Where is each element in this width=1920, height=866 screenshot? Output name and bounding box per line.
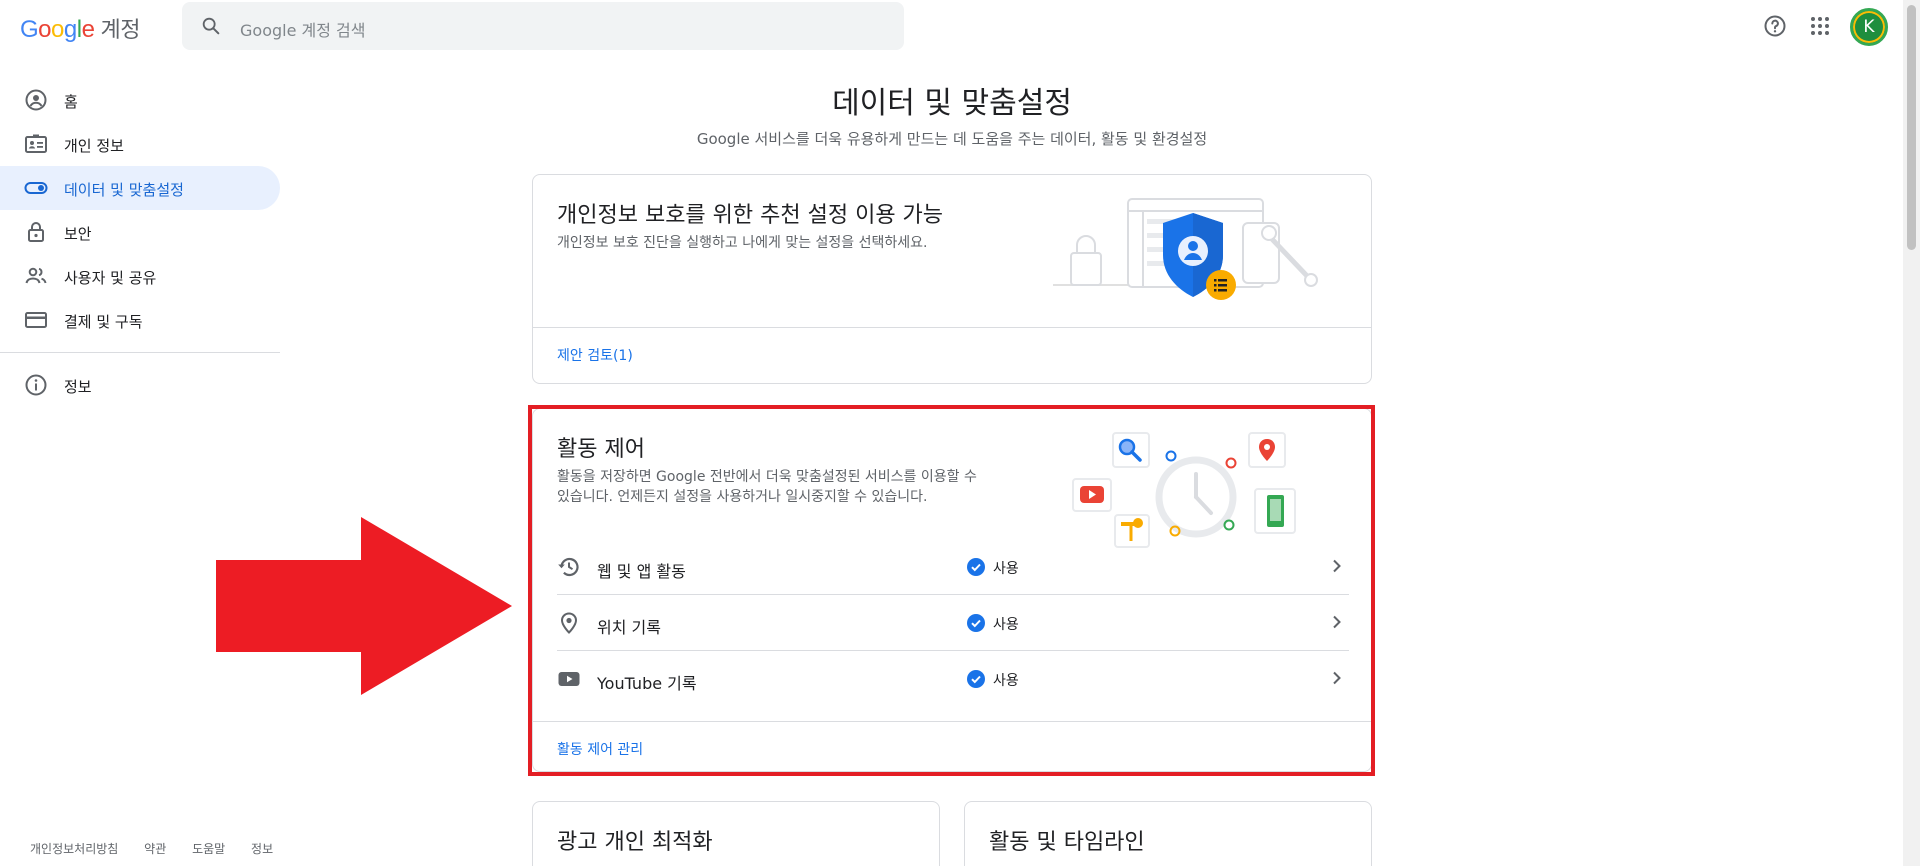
sidebar-item-home[interactable]: 홈 <box>0 78 280 122</box>
ad-personalization-card: 광고 개인 최적화 <box>532 801 940 866</box>
privacy-checkup-illustration-icon <box>1053 198 1318 300</box>
footer-links: 개인정보처리방침 약관 도움말 정보 <box>30 840 295 857</box>
footer-link-about[interactable]: 정보 <box>251 842 273 856</box>
sidebar-item-label: 개인 정보 <box>64 137 124 155</box>
privacy-recommendation-card: 개인정보 보호를 위한 추천 설정 이용 가능 개인정보 보호 진단을 실행하고… <box>532 174 1372 384</box>
sidebar-item-data-privacy[interactable]: 데이터 및 맞춤설정 <box>0 166 280 210</box>
google-account-logo[interactable]: Google 계정 <box>20 12 140 44</box>
scrollbar[interactable] <box>1903 0 1920 866</box>
lock-icon <box>28 222 44 242</box>
highlight-frame <box>528 405 1375 776</box>
avatar[interactable]: K <box>1850 8 1888 46</box>
search-input[interactable]: Google 계정 검색 <box>240 17 365 41</box>
sidebar-item-label: 사용자 및 공유 <box>64 269 157 287</box>
google-logo-text: Google <box>20 16 95 43</box>
activity-timeline-card: 활동 및 타임라인 <box>964 801 1372 866</box>
sidebar-item-payments[interactable]: 결제 및 구독 <box>0 298 280 342</box>
top-bar: Google 계정 Google 계정 검색 K <box>0 0 1900 52</box>
sidebar-item-label: 정보 <box>64 378 92 396</box>
search-icon <box>202 17 220 35</box>
card-title: 개인정보 보호를 위한 추천 설정 이용 가능 <box>557 203 944 228</box>
sidebar-item-personal-info[interactable]: 개인 정보 <box>0 122 280 166</box>
help-icon[interactable] <box>1763 14 1787 38</box>
info-icon <box>25 374 47 396</box>
sidebar-item-label: 보안 <box>64 225 92 243</box>
sidebar-nav: 홈 개인 정보 데이터 및 맞춤설정 보안 사용자 및 공유 결제 및 구독 정… <box>0 78 280 407</box>
credit-card-icon <box>25 312 47 328</box>
footer-link-terms[interactable]: 약관 <box>144 842 166 856</box>
sidebar-item-label: 결제 및 구독 <box>64 313 143 331</box>
sidebar-item-label: 홈 <box>64 93 78 111</box>
id-card-icon <box>25 134 47 153</box>
people-icon <box>25 267 47 284</box>
sidebar-item-about[interactable]: 정보 <box>0 363 280 407</box>
card-divider <box>533 327 1371 328</box>
page-subtitle: Google 서비스를 더욱 유용하게 만드는 데 도움을 주는 데이터, 활동… <box>696 130 1208 148</box>
sidebar-item-label: 데이터 및 맞춤설정 <box>64 181 184 199</box>
apps-grid-icon[interactable] <box>1808 14 1832 38</box>
page-title: 데이터 및 맞춤설정 <box>832 86 1072 121</box>
search-box[interactable]: Google 계정 검색 <box>182 2 904 50</box>
account-label: 계정 <box>100 17 140 42</box>
sidebar-item-people-sharing[interactable]: 사용자 및 공유 <box>0 254 280 298</box>
card-title: 활동 및 타임라인 <box>989 830 1145 855</box>
review-suggestions-link[interactable]: 제안 검토(1) <box>557 345 633 365</box>
sidebar-item-security[interactable]: 보안 <box>0 210 280 254</box>
card-description: 개인정보 보호 진단을 실행하고 나에게 맞는 설정을 선택하세요. <box>557 235 928 251</box>
toggle-icon <box>24 182 48 194</box>
card-title: 광고 개인 최적화 <box>557 830 713 855</box>
person-circle-icon <box>25 89 47 111</box>
sidebar-divider <box>0 352 280 353</box>
footer-link-privacy[interactable]: 개인정보처리방침 <box>30 842 118 856</box>
footer-link-help[interactable]: 도움말 <box>192 842 225 856</box>
red-arrow-icon <box>216 517 512 695</box>
scrollbar-thumb[interactable] <box>1907 5 1916 250</box>
